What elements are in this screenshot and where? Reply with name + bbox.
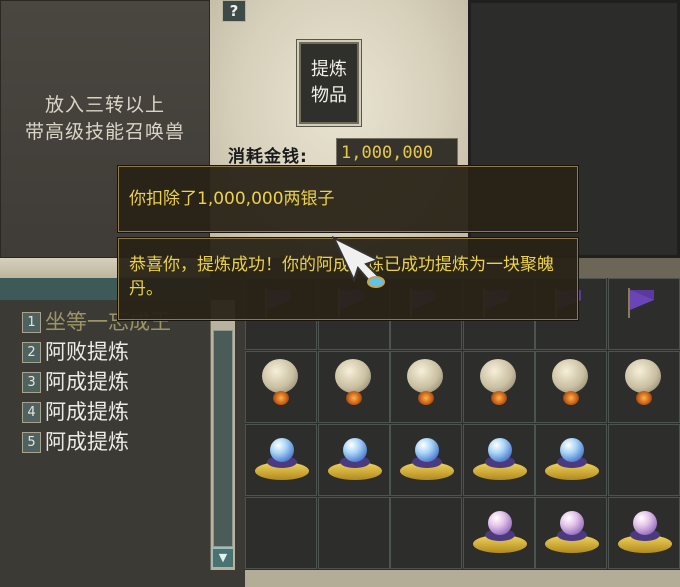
inventory-slot[interactable] [390, 497, 462, 569]
inventory-slot[interactable] [535, 351, 607, 423]
inventory-slot[interactable] [608, 351, 680, 423]
inventory-slot[interactable] [535, 497, 607, 569]
scroll-down-icon[interactable]: ▼ [212, 548, 234, 568]
list-item-number: 3 [22, 371, 41, 393]
inventory-slot[interactable] [245, 351, 317, 423]
slot-hint-text: 放入三转以上 带高级技能召唤兽 [0, 92, 210, 146]
pink-orb-icon [472, 509, 527, 559]
blue-orb-icon [472, 436, 527, 486]
blue-orb-icon [255, 436, 309, 486]
refine-button-line-1: 提炼 [311, 59, 347, 80]
list-item-label: 阿成提炼 [45, 430, 129, 454]
inventory-slot[interactable] [318, 424, 390, 496]
lantern-icon [547, 359, 593, 405]
slot-hint-line-2: 带高级技能召唤兽 [24, 121, 185, 143]
list-item[interactable]: 4 阿成提炼 [22, 398, 202, 426]
slot-hint-line-1: 放入三转以上 [44, 94, 165, 116]
refine-button-line-2: 物品 [311, 85, 347, 106]
inventory-slot[interactable] [535, 424, 607, 496]
bottom-strip [245, 570, 680, 587]
list-item-number: 2 [22, 341, 41, 363]
inventory-slot[interactable] [390, 424, 462, 496]
blue-orb-icon [545, 436, 599, 486]
inventory-slot[interactable] [318, 497, 390, 569]
cost-value: 1,000,000 [336, 138, 458, 166]
lantern-icon [475, 359, 521, 405]
blue-orb-icon [400, 436, 454, 486]
refine-item-button[interactable]: 提炼 物品 [299, 42, 359, 124]
system-message: 你扣除了1,000,000两银子 [118, 166, 578, 232]
inventory-grid [245, 278, 680, 570]
inventory-slot[interactable] [318, 351, 390, 423]
list-item-label: 阿成提炼 [45, 370, 129, 394]
list-item-number: 4 [22, 401, 41, 423]
pink-orb-icon [545, 509, 599, 559]
inventory-slot[interactable] [245, 424, 317, 496]
list-item-number: 5 [22, 431, 41, 453]
inventory-slot[interactable] [390, 351, 462, 423]
lantern-icon [330, 359, 376, 405]
scrollbar-thumb[interactable] [213, 330, 233, 547]
inventory-slot[interactable] [245, 497, 317, 569]
lantern-icon [402, 359, 448, 405]
inventory-slot[interactable] [463, 424, 535, 496]
inventory-slot[interactable] [608, 497, 680, 569]
list-item-label: 阿败提炼 [45, 340, 129, 364]
feather-cursor-icon [331, 235, 385, 288]
list-item-label: 阿成提炼 [45, 400, 129, 424]
inventory-slot[interactable] [608, 424, 680, 496]
message-text: 你扣除了1,000,000两银子 [129, 189, 335, 209]
cost-label: 消耗金钱: [228, 147, 308, 167]
purple-flag-icon [624, 288, 654, 318]
list-item[interactable]: 5 阿成提炼 [22, 428, 202, 456]
lantern-icon [257, 359, 303, 405]
list-item[interactable]: 2 阿败提炼 [22, 338, 202, 366]
blue-orb-icon [327, 436, 382, 486]
list-item-number: 1 [22, 311, 41, 333]
inventory-slot[interactable] [608, 278, 680, 350]
pink-orb-icon [617, 509, 672, 559]
inventory-slot[interactable] [463, 351, 535, 423]
lantern-icon [620, 359, 666, 405]
inventory-slot[interactable] [463, 497, 535, 569]
list-item[interactable]: 3 阿成提炼 [22, 368, 202, 396]
help-button[interactable]: ? [222, 0, 246, 22]
